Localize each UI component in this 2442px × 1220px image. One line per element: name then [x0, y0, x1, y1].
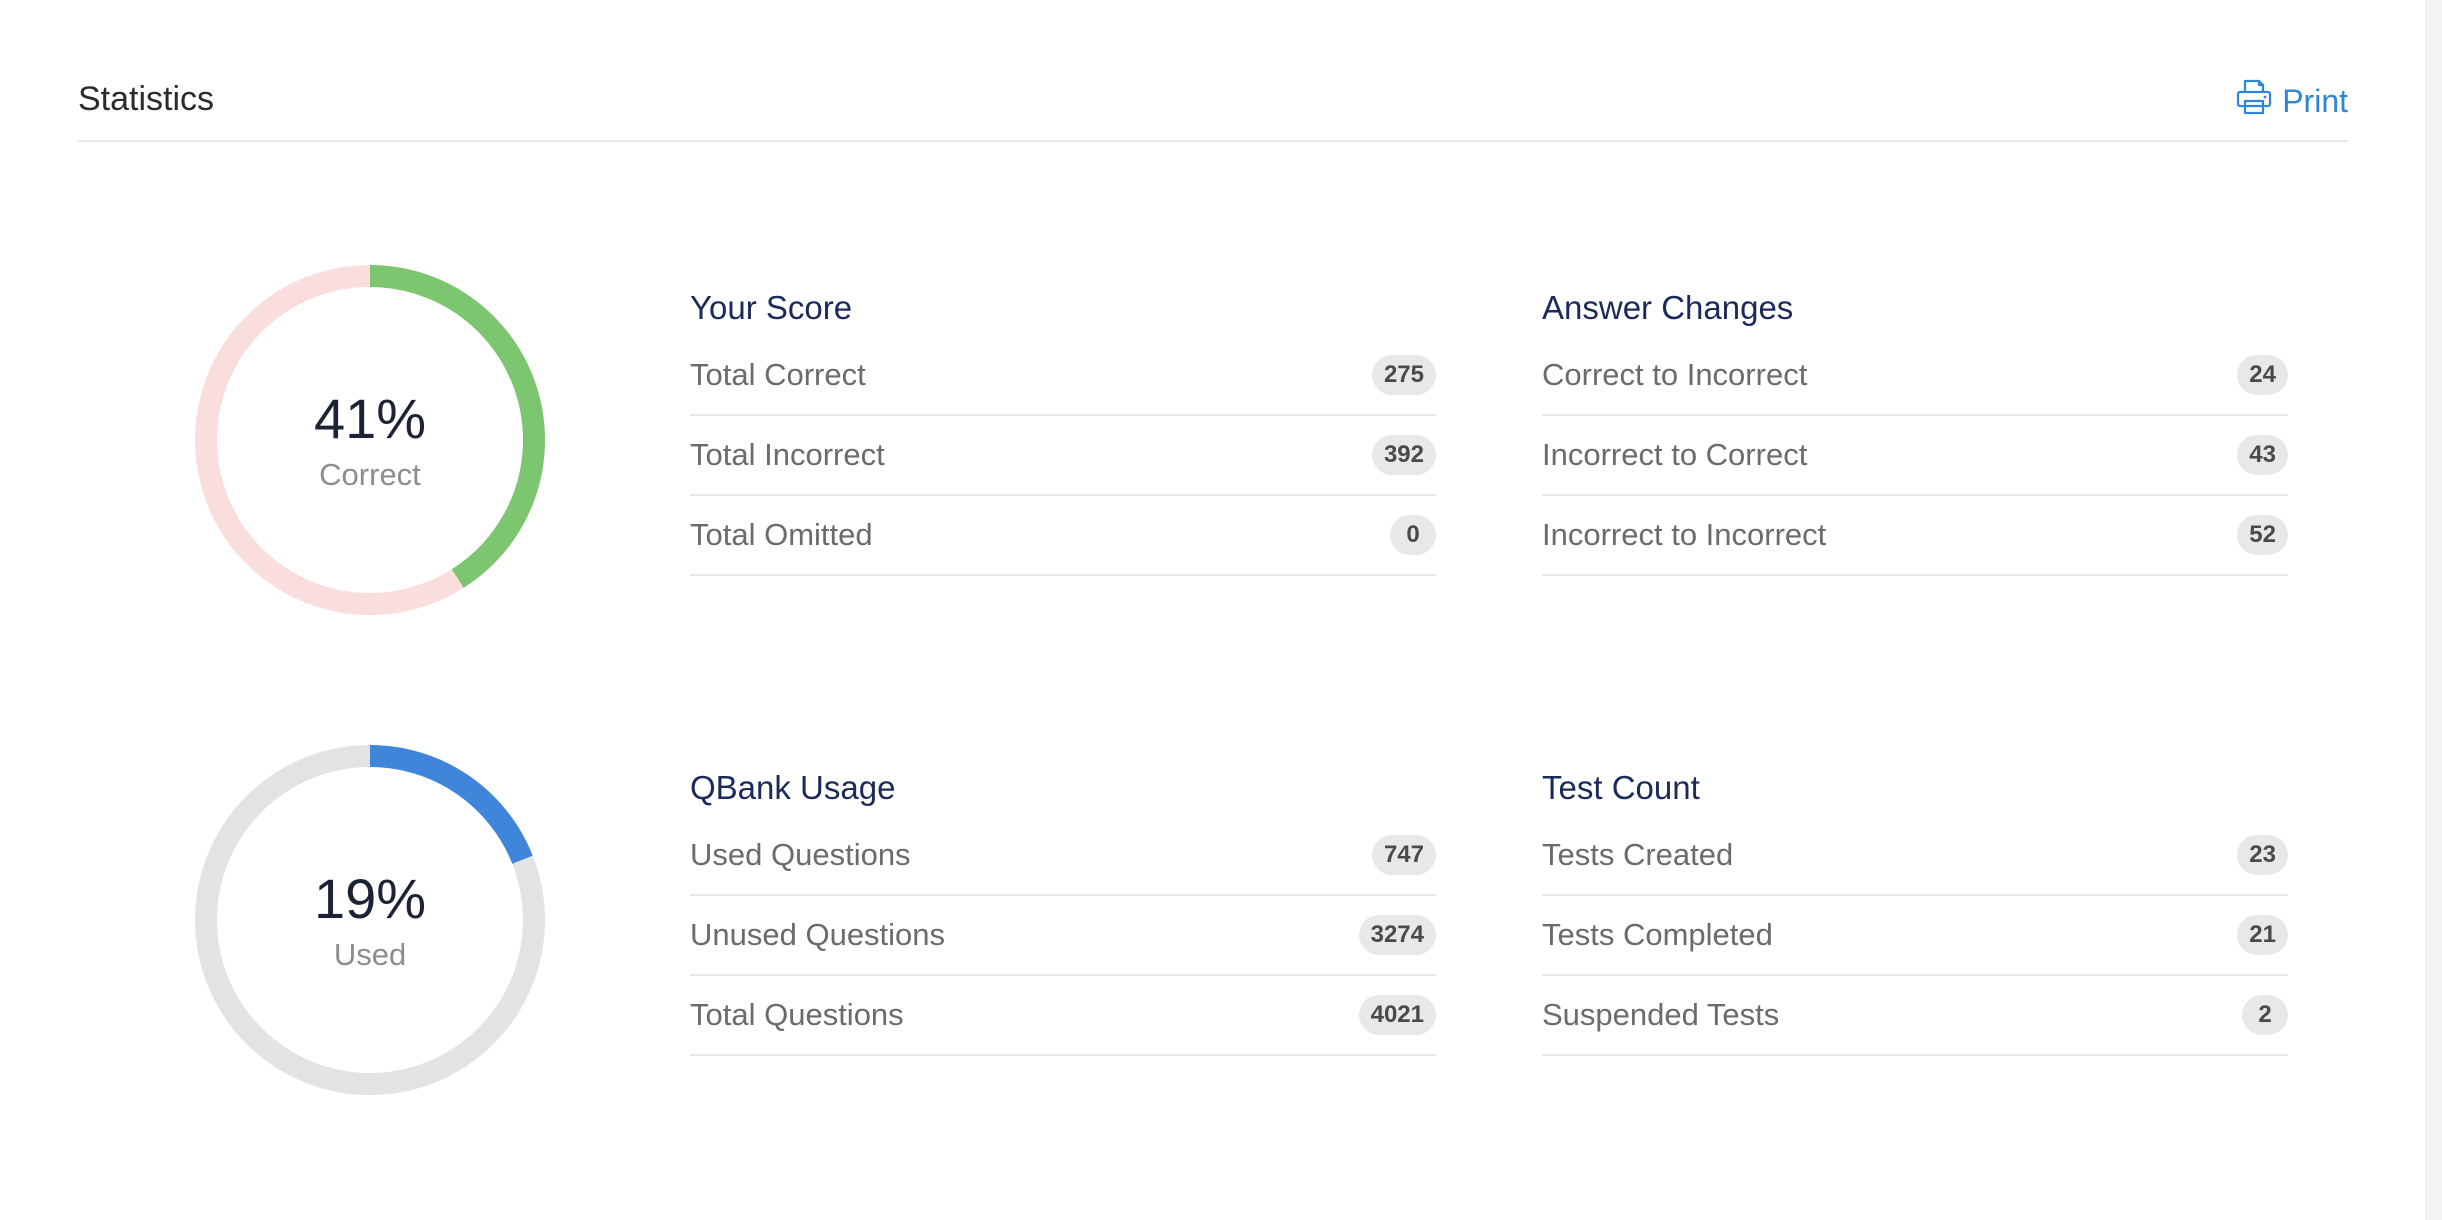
vertical-scrollbar[interactable] [2425, 0, 2442, 1220]
stat-row-incorrect-to-incorrect: Incorrect to Incorrect 52 [1542, 496, 2288, 576]
stat-row-total-correct: Total Correct 275 [690, 336, 1436, 416]
stat-label: Total Questions [690, 997, 904, 1032]
test-count-panel: Test Count Tests Created 23 Tests Comple… [1542, 760, 2288, 1056]
your-score-title: Your Score [690, 289, 853, 326]
stat-row-tests-created: Tests Created 23 [1542, 816, 2288, 896]
qbank-usage-title: QBank Usage [690, 769, 896, 806]
printer-icon [2234, 77, 2282, 125]
stat-row-unused-questions: Unused Questions 3274 [690, 896, 1436, 976]
stat-badge: 52 [2237, 515, 2288, 555]
stat-label: Tests Created [1542, 837, 1734, 872]
stat-badge: 4021 [1358, 995, 1436, 1035]
stat-label: Incorrect to Correct [1542, 437, 1808, 472]
score-donut-chart: 41% Correct [192, 262, 548, 618]
stat-row-suspended-tests: Suspended Tests 2 [1542, 976, 2288, 1056]
stat-badge: 747 [1371, 835, 1436, 875]
stat-row-tests-completed: Tests Completed 21 [1542, 896, 2288, 976]
stat-badge: 2 [2242, 995, 2288, 1035]
stat-label: Suspended Tests [1542, 997, 1780, 1032]
stat-label: Total Incorrect [690, 437, 885, 472]
qbank-usage-panel: QBank Usage Used Questions 747 Unused Qu… [690, 760, 1436, 1056]
stat-row-total-questions: Total Questions 4021 [690, 976, 1436, 1056]
stat-label: Total Correct [690, 357, 866, 392]
page-header: Statistics Print [78, 62, 2348, 142]
your-score-panel: Your Score Total Correct 275 Total Incor… [690, 280, 1436, 576]
page-title: Statistics [78, 80, 215, 118]
score-percent-label: Correct [319, 457, 421, 492]
score-percent: 41% [313, 387, 427, 450]
stat-badge: 24 [2237, 355, 2288, 395]
usage-percent: 19% [313, 867, 427, 930]
answer-changes-title: Answer Changes [1542, 289, 1794, 326]
test-count-title: Test Count [1542, 769, 1700, 806]
stat-row-total-omitted: Total Omitted 0 [690, 496, 1436, 576]
answer-changes-panel: Answer Changes Correct to Incorrect 24 I… [1542, 280, 2288, 576]
stat-badge: 43 [2237, 435, 2288, 475]
stat-label: Correct to Incorrect [1542, 357, 1808, 392]
stat-badge: 275 [1371, 355, 1436, 395]
stat-badge: 0 [1390, 515, 1436, 555]
score-row: 41% Correct Your Score Total Correct 275… [0, 262, 2442, 622]
stat-badge: 3274 [1358, 915, 1436, 955]
stat-row-total-incorrect: Total Incorrect 392 [690, 416, 1436, 496]
stat-row-incorrect-to-correct: Incorrect to Correct 43 [1542, 416, 2288, 496]
stat-badge: 23 [2237, 835, 2288, 875]
usage-donut-chart: 19% Used [192, 742, 548, 1098]
stat-row-used-questions: Used Questions 747 [690, 816, 1436, 896]
stat-label: Tests Completed [1542, 917, 1773, 952]
stat-badge: 392 [1371, 435, 1436, 475]
stat-badge: 21 [2237, 915, 2288, 955]
stat-label: Used Questions [690, 837, 911, 872]
usage-row: 19% Used QBank Usage Used Questions 747 … [0, 742, 2442, 1102]
stat-label: Total Omitted [690, 517, 873, 552]
print-button[interactable]: Print [2234, 78, 2348, 124]
stat-label: Incorrect to Incorrect [1542, 517, 1827, 552]
usage-percent-label: Used [333, 937, 407, 972]
print-label: Print [2282, 82, 2348, 119]
stat-row-correct-to-incorrect: Correct to Incorrect 24 [1542, 336, 2288, 416]
stat-label: Unused Questions [690, 917, 946, 952]
statistics-page: Statistics Print 41% Correct Your Score … [0, 0, 2442, 1220]
